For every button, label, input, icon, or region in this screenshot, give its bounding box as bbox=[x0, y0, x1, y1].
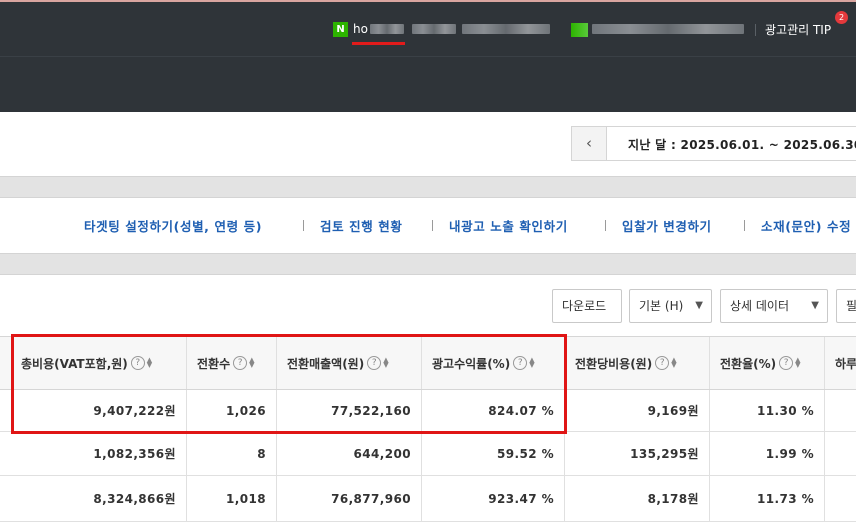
column-header-total-cost[interactable]: 총비용(VAT포함,원)? ▲ ▼ bbox=[11, 337, 187, 389]
help-icon[interactable]: ? bbox=[367, 356, 382, 370]
masked-account-info bbox=[462, 24, 550, 34]
basic-view-dropdown[interactable]: 기본 (H) ▼ bbox=[629, 289, 712, 323]
help-icon[interactable]: ? bbox=[513, 356, 528, 370]
sort-icon[interactable]: ▲ ▼ bbox=[795, 357, 803, 369]
account-id[interactable]: ho bbox=[353, 22, 368, 36]
check-ad-exposure-link[interactable]: 내광고 노출 확인하기 bbox=[449, 216, 568, 235]
cell-conversions: 1,018 bbox=[187, 476, 277, 521]
cell-roas: 824.07 % bbox=[422, 390, 565, 431]
cell-total-cost: 8,324,866원 bbox=[11, 476, 187, 521]
cell-conversion-rate: 11.30 % bbox=[710, 390, 825, 431]
sort-icon[interactable]: ▲ ▼ bbox=[249, 357, 257, 369]
filter-button-label: 필 bbox=[846, 299, 856, 313]
sort-icon[interactable]: ▲ ▼ bbox=[383, 357, 391, 369]
column-header-roas[interactable]: 광고수익률(%)? ▲ ▼ bbox=[422, 337, 565, 389]
help-icon[interactable]: ? bbox=[655, 356, 670, 370]
basic-view-label: 기본 (H) bbox=[639, 299, 684, 313]
masked-account-text bbox=[370, 24, 404, 34]
cell-conversion-revenue: 77,522,160 bbox=[277, 390, 422, 431]
column-header-conversions[interactable]: 전환수? ▲ ▼ bbox=[187, 337, 277, 389]
ad-management-tip-link[interactable]: 광고관리 TIP bbox=[765, 22, 831, 38]
top-navigation-bar: N ho 광고관리 TIP 2 bbox=[0, 0, 856, 56]
detail-data-label: 상세 데이터 bbox=[730, 299, 790, 313]
chevron-down-icon: ▼ bbox=[695, 300, 703, 311]
column-header-conversion-revenue[interactable]: 전환매출액(원)? ▲ ▼ bbox=[277, 337, 422, 389]
masked-ad-account bbox=[592, 24, 744, 34]
account-underline-annotation bbox=[352, 42, 405, 45]
help-icon[interactable]: ? bbox=[233, 356, 248, 370]
table-row: 1,082,356원 8 644,200 59.52 % 135,295원 1.… bbox=[0, 432, 856, 476]
header-divider bbox=[755, 24, 756, 36]
table-row-total: 9,407,222원 1,026 77,522,160 824.07 % 9,1… bbox=[0, 390, 856, 432]
cell-cost-per-conversion: 9,169원 bbox=[565, 390, 710, 431]
filter-button[interactable]: 필 bbox=[836, 289, 856, 323]
cell-conversion-rate: 11.73 % bbox=[710, 476, 825, 521]
cell-roas: 923.47 % bbox=[422, 476, 565, 521]
cell-conversion-rate: 1.99 % bbox=[710, 432, 825, 475]
ad-account-icon bbox=[571, 23, 588, 37]
cell-daily bbox=[825, 476, 856, 521]
cell-conversion-revenue: 644,200 bbox=[277, 432, 422, 475]
quick-links-bar: 타겟팅 설정하기(성별, 연령 등) 검토 진행 현황 내광고 노출 확인하기 … bbox=[0, 199, 856, 253]
cell-daily bbox=[825, 390, 856, 431]
table-row: 8,324,866원 1,018 76,877,960 923.47 % 8,1… bbox=[0, 476, 856, 522]
download-button-label: 다운로드 bbox=[562, 299, 607, 313]
column-header-cost-per-conversion[interactable]: 전환당비용(원)? ▲ ▼ bbox=[565, 337, 710, 389]
chevron-down-icon: ▼ bbox=[811, 300, 819, 311]
cell-conversions: 8 bbox=[187, 432, 277, 475]
review-status-link[interactable]: 검토 진행 현황 bbox=[320, 216, 403, 235]
link-separator bbox=[605, 220, 606, 231]
cell-cost-per-conversion: 8,178원 bbox=[565, 476, 710, 521]
cell-total-cost: 1,082,356원 bbox=[11, 432, 187, 475]
notification-badge: 2 bbox=[835, 11, 848, 24]
sort-icon[interactable]: ▲ ▼ bbox=[529, 357, 537, 369]
link-separator bbox=[432, 220, 433, 231]
link-separator bbox=[744, 220, 745, 231]
sort-icon[interactable]: ▲ ▼ bbox=[671, 357, 679, 369]
cell-cost-per-conversion: 135,295원 bbox=[565, 432, 710, 475]
edit-ad-copy-link[interactable]: 소재(문안) 수정 bbox=[761, 216, 851, 235]
date-range-selector[interactable]: ‹ 지난 달 : 2025.06.01. ~ 2025.06.30. bbox=[571, 126, 856, 161]
table-header-row: 총비용(VAT포함,원)? ▲ ▼ 전환수? ▲ ▼ 전환매출액(원)? ▲ ▼ 광고수익률… bbox=[0, 336, 856, 390]
change-bid-link[interactable]: 입찰가 변경하기 bbox=[622, 216, 712, 235]
date-range-text[interactable]: 지난 달 : 2025.06.01. ~ 2025.06.30. bbox=[628, 136, 856, 153]
section-divider bbox=[0, 253, 856, 275]
cell-roas: 59.52 % bbox=[422, 432, 565, 475]
column-header-conversion-rate[interactable]: 전환율(%)? ▲ ▼ bbox=[710, 337, 825, 389]
naver-logo-icon: N bbox=[333, 22, 348, 37]
cell-conversions: 1,026 bbox=[187, 390, 277, 431]
column-header-daily[interactable]: 하루 bbox=[825, 337, 856, 389]
targeting-settings-link[interactable]: 타겟팅 설정하기(성별, 연령 등) bbox=[84, 216, 262, 235]
link-separator bbox=[303, 220, 304, 231]
help-icon[interactable]: ? bbox=[779, 356, 794, 370]
cell-total-cost: 9,407,222원 bbox=[11, 390, 187, 431]
section-divider bbox=[0, 176, 856, 198]
cell-daily bbox=[825, 432, 856, 475]
masked-account-info bbox=[412, 24, 456, 34]
previous-period-button[interactable]: ‹ bbox=[572, 127, 607, 160]
secondary-navigation-bar bbox=[0, 56, 856, 112]
download-button[interactable]: 다운로드 bbox=[552, 289, 622, 323]
sort-icon[interactable]: ▲ ▼ bbox=[147, 357, 155, 369]
cell-conversion-revenue: 76,877,960 bbox=[277, 476, 422, 521]
help-icon[interactable]: ? bbox=[130, 356, 145, 370]
detail-data-dropdown[interactable]: 상세 데이터 ▼ bbox=[720, 289, 828, 323]
